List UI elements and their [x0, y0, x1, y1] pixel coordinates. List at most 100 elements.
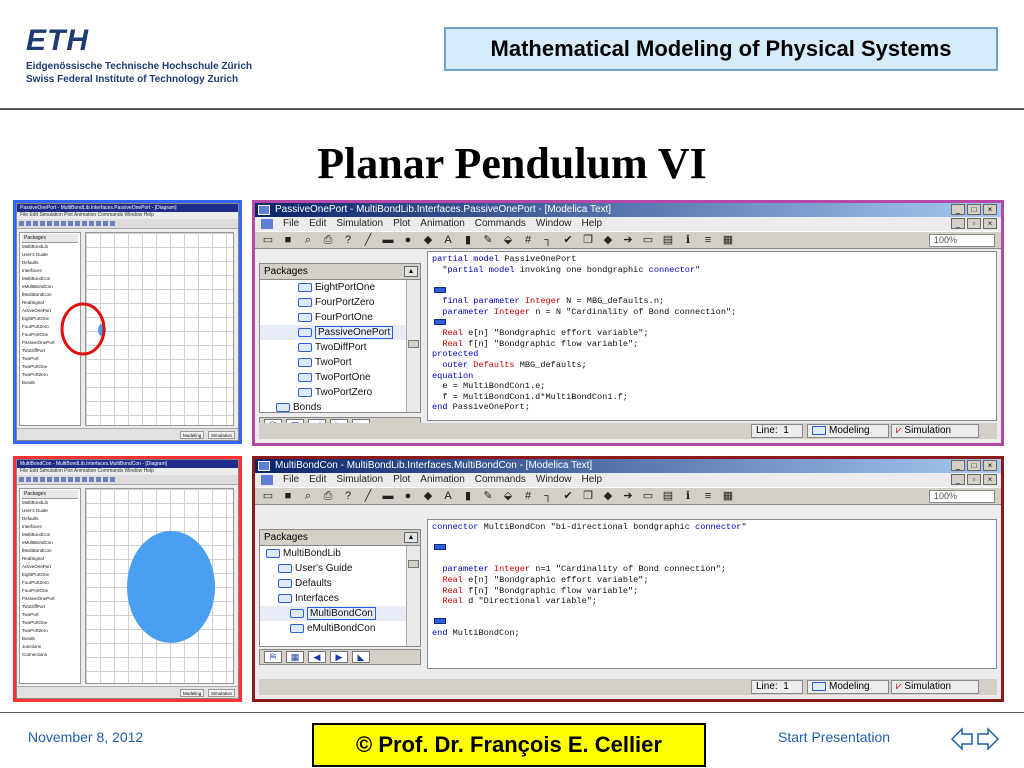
fill-color-icon[interactable]: ⬙ — [501, 490, 515, 502]
menu-item-commands[interactable]: Commands — [475, 217, 526, 231]
diagram-view-icon[interactable]: ▭ — [641, 234, 655, 246]
nav-up-icon[interactable]: ◣ — [352, 651, 370, 663]
mini-menu-bar[interactable]: File Edit Simulation Plot Animation Comm… — [17, 212, 238, 219]
nav-forward-icon[interactable]: ▶ — [330, 651, 348, 663]
doc-close-icon[interactable]: × — [983, 474, 997, 485]
package-browser[interactable]: Packages ▲ EightPortOne FourPortZero FourPo… — [259, 263, 421, 413]
bitmap-icon[interactable]: ▮ — [461, 234, 475, 246]
mini-tree-item[interactable]: User's Guide — [22, 251, 78, 259]
line-color-icon[interactable]: ✎ — [481, 234, 495, 246]
mini-tree-item[interactable]: User's Guide — [22, 507, 78, 515]
text-view-icon[interactable]: ≡ — [701, 234, 715, 246]
doc-restore-icon[interactable]: ▫ — [967, 474, 981, 485]
menu-item-window[interactable]: Window — [536, 217, 572, 231]
modeling-mode-button[interactable]: Modeling — [807, 680, 889, 694]
mini-package-tree[interactable]: Packages MultiBondLib User's Guide Default… — [19, 488, 81, 684]
info-view-icon[interactable]: ℹ — [681, 490, 695, 502]
ellipse-icon[interactable]: ● — [401, 490, 415, 502]
save-icon[interactable]: ■ — [281, 490, 295, 502]
mini-tree-item[interactable]: Defaults — [22, 515, 78, 523]
mini-tree-item[interactable]: RealSignal — [22, 555, 78, 563]
mini-tree-item[interactable]: eMultiBondCon — [22, 283, 78, 291]
mini-tree-item[interactable]: PassiveOnePort — [22, 595, 78, 603]
package-scrollbar[interactable] — [406, 280, 420, 412]
line-icon[interactable]: ╱ — [361, 490, 375, 502]
library-icon[interactable]: ❐ — [581, 490, 595, 502]
package-tree-item[interactable]: TwoDiffPort — [260, 340, 420, 355]
help-icon[interactable]: ? — [341, 234, 355, 246]
package-browser[interactable]: Packages ▲ MultiBondLib User's Guide Defaul… — [259, 529, 421, 647]
polygon-icon[interactable]: ◆ — [421, 234, 435, 246]
minimize-icon[interactable]: _ — [951, 460, 965, 471]
ellipse-icon[interactable]: ● — [401, 234, 415, 246]
package-tree-item[interactable]: PassiveOnePort — [260, 325, 420, 340]
rectangle-icon[interactable]: ▬ — [381, 234, 395, 246]
package-tree-item[interactable]: TwoPort — [260, 355, 420, 370]
mini-tree-item[interactable]: MultiBondCon — [22, 275, 78, 283]
text-view-icon[interactable]: ≡ — [701, 490, 715, 502]
save-icon[interactable]: ■ — [281, 234, 295, 246]
mini-toolbar[interactable] — [17, 219, 238, 229]
mini-tree-item[interactable]: MultiBondLib — [22, 243, 78, 251]
info-view-icon[interactable]: ℹ — [681, 234, 695, 246]
package-tree-item[interactable]: eMultiBondCon — [260, 621, 420, 636]
diagram-view-icon[interactable]: ▭ — [641, 490, 655, 502]
package-tree-item[interactable]: MultiBondCon — [260, 606, 420, 621]
zoom-select[interactable]: 100% — [929, 234, 995, 247]
mini-tree-item[interactable]: TwoPortZero — [22, 371, 78, 379]
nav-back-icon[interactable]: ◀ — [308, 651, 326, 663]
mini-tree-item[interactable]: TwoPortOne — [22, 619, 78, 627]
mini-tree-item[interactable]: FourPortZero — [22, 579, 78, 587]
mini-tree-item[interactable]: Junctions — [22, 643, 78, 651]
mini-tree-item[interactable]: FourPortOne — [22, 587, 78, 595]
line-icon[interactable]: ╱ — [361, 234, 375, 246]
back-icon[interactable]: ◆ — [601, 234, 615, 246]
menu-item-commands[interactable]: Commands — [475, 473, 526, 487]
check-icon[interactable]: ✔ — [561, 490, 575, 502]
menu-item-animation[interactable]: Animation — [420, 473, 464, 487]
mini-tree-item[interactable]: TwoDiffPort — [22, 603, 78, 611]
check-icon[interactable]: ✔ — [561, 234, 575, 246]
mini-tree-item[interactable]: EightPortOne — [22, 571, 78, 579]
menu-item-window[interactable]: Window — [536, 473, 572, 487]
grid-icon[interactable]: # — [521, 490, 535, 502]
mini-toolbar[interactable] — [17, 475, 238, 485]
package-tree-item[interactable]: FourPortZero — [260, 295, 420, 310]
close-icon[interactable]: × — [983, 460, 997, 471]
package-tree-item[interactable]: TwoPortOne — [260, 370, 420, 385]
line-color-icon[interactable]: ✎ — [481, 490, 495, 502]
code-editor[interactable]: connector MultiBondCon "bi-directional b… — [427, 519, 997, 669]
back-icon[interactable]: ◆ — [601, 490, 615, 502]
connect-icon[interactable]: ┐ — [541, 490, 555, 502]
mini-tree-item[interactable]: TwoPortZero — [22, 627, 78, 635]
package-tree-item[interactable]: Bonds — [260, 400, 420, 412]
mini-tree-item[interactable]: TwoPort — [22, 611, 78, 619]
collapse-up-icon[interactable]: ▲ — [404, 532, 418, 543]
menu-item-animation[interactable]: Animation — [420, 217, 464, 231]
menu-item-help[interactable]: Help — [581, 473, 602, 487]
polygon-icon[interactable]: ◆ — [421, 490, 435, 502]
search-icon[interactable]: ⌕ — [301, 234, 315, 246]
text-icon[interactable]: A — [441, 234, 455, 246]
package-tree-item[interactable]: EightPortOne — [260, 280, 420, 295]
mini-tree-item[interactable]: Interfaces — [22, 267, 78, 275]
open-icon[interactable]: ▭ — [261, 490, 275, 502]
doc-close-icon[interactable]: × — [983, 218, 997, 229]
package-tree-item[interactable]: Interfaces — [260, 591, 420, 606]
menu-item-edit[interactable]: Edit — [309, 473, 326, 487]
icon-view-icon[interactable]: ▤ — [661, 490, 675, 502]
search-icon[interactable]: ⌕ — [301, 490, 315, 502]
mini-tree-item[interactable]: Connections — [22, 651, 78, 659]
mini-modeling-button[interactable]: Modeling — [180, 431, 205, 439]
mini-modeling-button[interactable]: Modeling — [180, 689, 205, 697]
forward-icon[interactable]: ➔ — [621, 490, 635, 502]
minimize-icon[interactable]: _ — [951, 204, 965, 215]
maximize-icon[interactable]: □ — [967, 204, 981, 215]
menu-item-plot[interactable]: Plot — [393, 217, 410, 231]
zoom-select[interactable]: 100% — [929, 490, 995, 503]
doc-minimize-icon[interactable]: _ — [951, 474, 965, 485]
navigation-arrows-icon[interactable] — [950, 724, 1000, 754]
connect-icon[interactable]: ┐ — [541, 234, 555, 246]
rectangle-icon[interactable]: ▬ — [381, 490, 395, 502]
print-icon[interactable]: ⎙ — [321, 234, 335, 246]
